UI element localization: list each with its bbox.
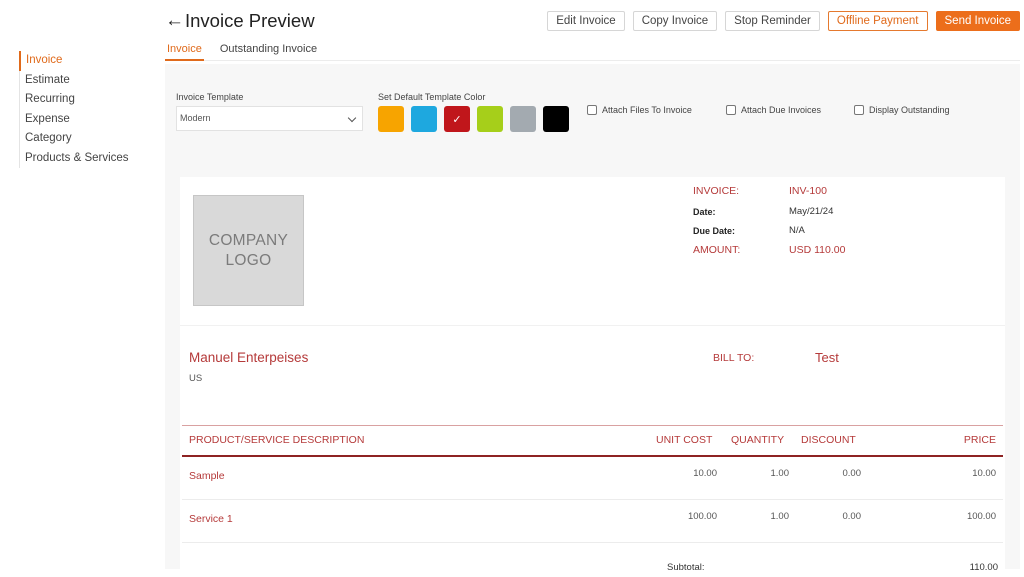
tab-bar: Invoice Outstanding Invoice	[165, 41, 1020, 61]
page-header: ← Invoice Preview Edit Invoice Copy Invo…	[165, 8, 1020, 36]
item-unit-cost: 100.00	[687, 511, 717, 522]
item-price: 10.00	[972, 468, 996, 479]
item-price: 100.00	[966, 511, 996, 522]
check-icon: ✓	[452, 113, 462, 126]
sidebar-item-invoice[interactable]: Invoice	[19, 51, 159, 71]
display-outstanding-checkbox[interactable]: Display Outstanding	[854, 105, 950, 115]
table-row: Sample 10.00 1.00 0.00 10.00	[182, 457, 1003, 500]
template-label: Invoice Template	[176, 92, 244, 102]
send-invoice-button[interactable]: Send Invoice	[935, 11, 1020, 31]
subtotal-value: 110.00	[969, 562, 998, 573]
bill-to-name: Test	[815, 350, 839, 365]
company-logo-placeholder: COMPANY LOGO	[193, 195, 304, 306]
checkbox-box[interactable]	[854, 105, 864, 115]
invoice-preview-area: COMPANY LOGO INVOICE: INV-100 Date: May/…	[165, 156, 1020, 577]
company-name: Manuel Enterpeises	[189, 350, 309, 365]
due-date-label: Due Date:	[693, 226, 736, 236]
chevron-down-icon	[347, 113, 357, 123]
column-header-discount: DISCOUNT	[801, 434, 856, 446]
column-header-description: PRODUCT/SERVICE DESCRIPTION	[189, 434, 365, 446]
attach-due-checkbox[interactable]: Attach Due Invoices	[726, 105, 821, 115]
sidebar-item-products-services[interactable]: Products & Services	[20, 149, 159, 169]
company-country: US	[189, 373, 203, 384]
template-settings: Invoice Template Modern Set Default Temp…	[165, 64, 1020, 156]
back-arrow-icon[interactable]: ←	[165, 10, 184, 32]
sidebar-item-recurring[interactable]: Recurring	[20, 90, 159, 110]
color-swatch-blue[interactable]	[411, 106, 437, 132]
amount-label: AMOUNT:	[693, 244, 741, 256]
attach-due-label: Attach Due Invoices	[741, 105, 822, 115]
due-date-value: N/A	[789, 225, 805, 236]
item-unit-cost: 10.00	[693, 468, 717, 479]
color-swatch-green[interactable]	[477, 106, 503, 132]
subtotal-label: Subtotal:	[667, 562, 705, 573]
checkbox-box[interactable]	[587, 105, 597, 115]
template-select[interactable]: Modern	[176, 106, 363, 131]
amount-value: USD 110.00	[789, 244, 846, 256]
item-quantity: 1.00	[770, 511, 790, 522]
page-title: Invoice Preview	[185, 10, 315, 31]
item-name: Sample	[189, 470, 225, 482]
stop-reminder-button[interactable]: Stop Reminder	[725, 11, 820, 31]
item-discount: 0.00	[842, 511, 862, 522]
color-label: Set Default Template Color	[378, 92, 486, 102]
sidebar-item-category[interactable]: Category	[20, 129, 159, 149]
section-divider	[180, 325, 1005, 326]
column-header-quantity: QUANTITY	[731, 434, 785, 446]
tab-outstanding-invoice[interactable]: Outstanding Invoice	[218, 41, 319, 61]
column-header-unit-cost: UNIT COST	[656, 434, 713, 446]
date-label: Date:	[693, 207, 716, 217]
sidebar-item-expense[interactable]: Expense	[20, 110, 159, 130]
table-row: Service 1 100.00 1.00 0.00 100.00	[182, 500, 1003, 543]
sidebar-item-estimate[interactable]: Estimate	[20, 71, 159, 91]
invoice-number: INV-100	[789, 185, 827, 197]
color-swatches: ✓	[378, 106, 569, 132]
offline-payment-button[interactable]: Offline Payment	[827, 11, 928, 31]
item-quantity: 1.00	[770, 468, 790, 479]
column-header-price: PRICE	[963, 434, 996, 446]
page-title-wrap: ← Invoice Preview	[165, 10, 315, 32]
tab-invoice[interactable]: Invoice	[165, 41, 204, 61]
invoice-number-label: INVOICE:	[693, 185, 740, 197]
edit-invoice-button[interactable]: Edit Invoice	[547, 11, 625, 31]
color-swatch-black[interactable]	[543, 106, 569, 132]
attach-files-checkbox[interactable]: Attach Files To Invoice	[587, 105, 692, 115]
date-value: May/21/24	[789, 206, 834, 217]
header-actions: Edit Invoice Copy Invoice Stop Reminder …	[547, 11, 1020, 31]
sidebar: Invoice Estimate Recurring Expense Categ…	[19, 51, 159, 168]
copy-invoice-button[interactable]: Copy Invoice	[632, 11, 718, 31]
table-header-top-rule	[182, 425, 1003, 426]
invoice-document: COMPANY LOGO INVOICE: INV-100 Date: May/…	[180, 177, 1005, 577]
display-outstanding-label: Display Outstanding	[869, 105, 950, 115]
attach-files-label: Attach Files To Invoice	[602, 105, 692, 115]
color-swatch-gray[interactable]	[510, 106, 536, 132]
color-swatch-orange[interactable]	[378, 106, 404, 132]
bill-to-label: BILL TO:	[713, 352, 755, 364]
item-name: Service 1	[189, 513, 233, 525]
checkbox-box[interactable]	[726, 105, 736, 115]
color-swatch-red[interactable]: ✓	[444, 106, 470, 132]
item-discount: 0.00	[842, 468, 862, 479]
template-select-value: Modern	[180, 113, 211, 123]
